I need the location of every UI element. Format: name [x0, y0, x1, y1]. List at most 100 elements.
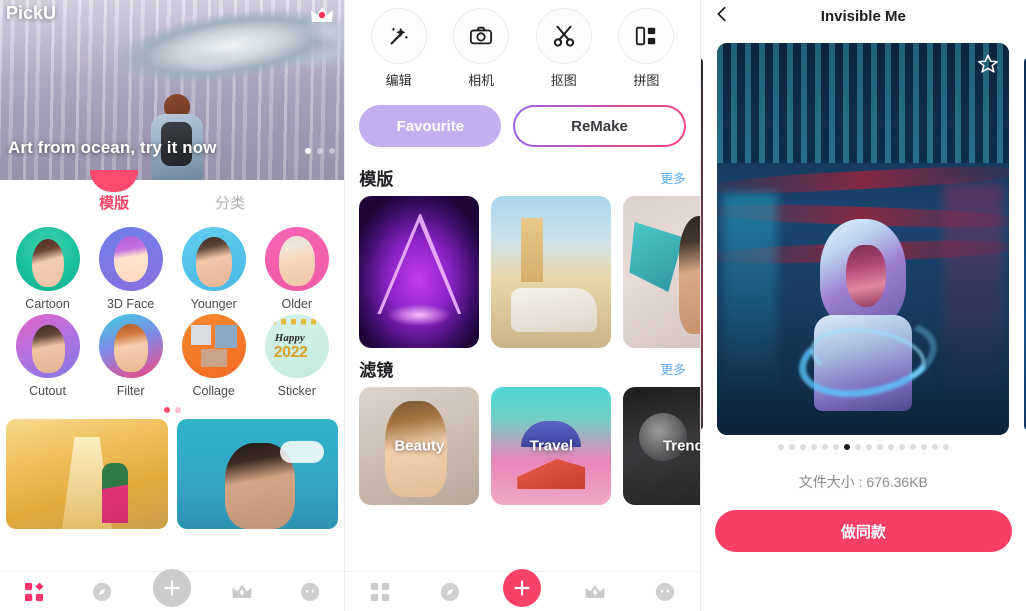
- tool-collage-label: 拼图: [633, 73, 660, 88]
- sticker-thumbnail: Happy 2022: [264, 314, 329, 378]
- remake-button-label: ReMake: [571, 117, 628, 135]
- bottom-navigation-bar-2: [345, 568, 700, 611]
- collage-thumbnail: [181, 314, 246, 378]
- filter-row[interactable]: Beauty Travel Trend: [345, 387, 700, 505]
- banner-title: Art from ocean, try it now: [8, 138, 217, 157]
- tool-cutout-label: 抠图: [550, 73, 577, 88]
- tool-edit-label: 编辑: [385, 73, 412, 88]
- section-header-filters: 滤镜 更多: [345, 348, 699, 387]
- tab-categories[interactable]: 分类: [215, 192, 245, 213]
- vintage-car-template[interactable]: [491, 196, 612, 348]
- nav-premium[interactable]: [225, 577, 259, 607]
- app-logo: PickU: [6, 3, 57, 23]
- template-card-row: [0, 419, 344, 529]
- make-same-button[interactable]: 做同款: [714, 510, 1012, 552]
- preview-figure: [792, 219, 945, 411]
- feature-item-collage[interactable]: Collage: [172, 314, 255, 398]
- banner-dot-indicator[interactable]: [305, 148, 335, 154]
- feature-item-sticker[interactable]: Happy 2022 Sticker: [255, 314, 338, 398]
- 3d-face-thumbnail: [98, 227, 163, 291]
- section-more-link[interactable]: 更多: [661, 359, 686, 378]
- tool-collage[interactable]: 拼图: [618, 8, 675, 89]
- tool-camera-label: 相机: [468, 73, 495, 88]
- cartoon-portrait-template[interactable]: [176, 419, 339, 529]
- feature-grid-dot-indicator[interactable]: [0, 398, 344, 419]
- feature-item-cartoon[interactable]: Cartoon: [6, 227, 89, 311]
- feature-item-3d-face[interactable]: 3D Face: [89, 227, 172, 311]
- feature-label: Cutout: [29, 384, 66, 398]
- feature-item-younger[interactable]: Younger: [172, 227, 255, 311]
- section-more-link[interactable]: 更多: [661, 168, 686, 187]
- feature-item-older[interactable]: Older: [255, 227, 338, 311]
- feature-item-filter[interactable]: Filter: [89, 314, 172, 398]
- banner-person-illustration: [148, 94, 206, 180]
- filter-label: Beauty: [394, 437, 445, 455]
- filter-thumbnail: [98, 314, 163, 378]
- nav-discover[interactable]: [85, 577, 119, 607]
- bottom-navigation-bar-1: [0, 568, 345, 611]
- compass-icon: [441, 582, 460, 601]
- tab-templates-label: 模版: [99, 195, 130, 212]
- remake-button[interactable]: ReMake: [513, 105, 685, 147]
- make-same-button-label: 做同款: [840, 523, 886, 541]
- nav-premium[interactable]: [578, 577, 612, 607]
- nav-create[interactable]: [503, 568, 542, 607]
- nav-create[interactable]: [153, 568, 192, 607]
- sticker-happy-text: Happy: [274, 332, 305, 344]
- feature-label: 3D Face: [106, 297, 155, 311]
- older-thumbnail: [264, 227, 329, 291]
- page-title: Invisible Me: [820, 7, 906, 25]
- crown-premium-icon[interactable]: [309, 4, 335, 26]
- template-row[interactable]: [345, 196, 700, 348]
- quick-tools-row: 编辑 相机 抠图 拼图: [345, 0, 699, 93]
- plus-icon: [164, 579, 180, 596]
- collage-grid-icon: [618, 8, 675, 64]
- promo-banner[interactable]: PickU Art from ocean, try it now: [0, 0, 345, 180]
- tab-templates[interactable]: 模版: [99, 192, 129, 213]
- feature-label: Sticker: [277, 384, 316, 398]
- tool-cutout[interactable]: 抠图: [535, 8, 592, 89]
- sticker-year-text: 2022: [273, 344, 308, 361]
- filter-label: Trend: [662, 437, 700, 455]
- preview-ceiling: [717, 43, 1010, 163]
- feature-label: Cartoon: [25, 297, 70, 311]
- trend-filter[interactable]: Trend: [623, 387, 700, 505]
- scissors-icon: [535, 8, 592, 64]
- preview-prev-peek[interactable]: [700, 58, 703, 430]
- cartoon-thumbnail: [15, 227, 80, 291]
- star-outline-icon[interactable]: [977, 53, 999, 75]
- nav-discover[interactable]: [433, 577, 467, 607]
- section-title: 模版: [359, 170, 394, 189]
- plus-icon: [514, 579, 531, 596]
- nav-profile[interactable]: [293, 577, 327, 607]
- feature-item-cutout[interactable]: Cutout: [6, 314, 89, 398]
- panel-home-feed: PickU Art from ocean, try it now 模版 分类 C…: [0, 0, 345, 611]
- filter-label: Travel: [529, 437, 574, 455]
- nav-templates[interactable]: [17, 577, 51, 607]
- nav-profile[interactable]: [648, 577, 682, 607]
- cyberpunk-hooded-figure-preview[interactable]: [717, 43, 1010, 435]
- splash-portrait-template[interactable]: [623, 196, 700, 348]
- favourite-button[interactable]: Favourite: [359, 105, 502, 147]
- temple-stairs-template[interactable]: [6, 419, 168, 529]
- home-tabs: 模版 分类: [0, 180, 345, 219]
- feature-label: Filter: [116, 384, 145, 398]
- nav-templates[interactable]: [363, 577, 397, 607]
- younger-thumbnail: [181, 227, 246, 291]
- tool-edit[interactable]: 编辑: [370, 8, 427, 89]
- preview-glow-right: [943, 183, 1004, 393]
- file-size-label: 文件大小 : 676.36KB: [798, 474, 928, 490]
- preview-glow-left: [723, 193, 778, 393]
- grid-icon: [371, 582, 390, 601]
- detail-header: Invisible Me: [701, 0, 1026, 32]
- camera-icon: [453, 8, 510, 64]
- favourite-button-label: Favourite: [396, 117, 465, 135]
- travel-filter[interactable]: Travel: [491, 387, 612, 505]
- tool-camera[interactable]: 相机: [453, 8, 510, 89]
- neon-triangle-template[interactable]: [359, 196, 480, 348]
- beauty-filter[interactable]: Beauty: [359, 387, 480, 505]
- feature-label: Younger: [190, 297, 237, 311]
- mode-buttons: Favourite ReMake: [345, 93, 699, 157]
- feature-grid: Cartoon 3D Face Younger Older Cutout Fil…: [0, 219, 344, 398]
- crown-icon: [232, 584, 252, 598]
